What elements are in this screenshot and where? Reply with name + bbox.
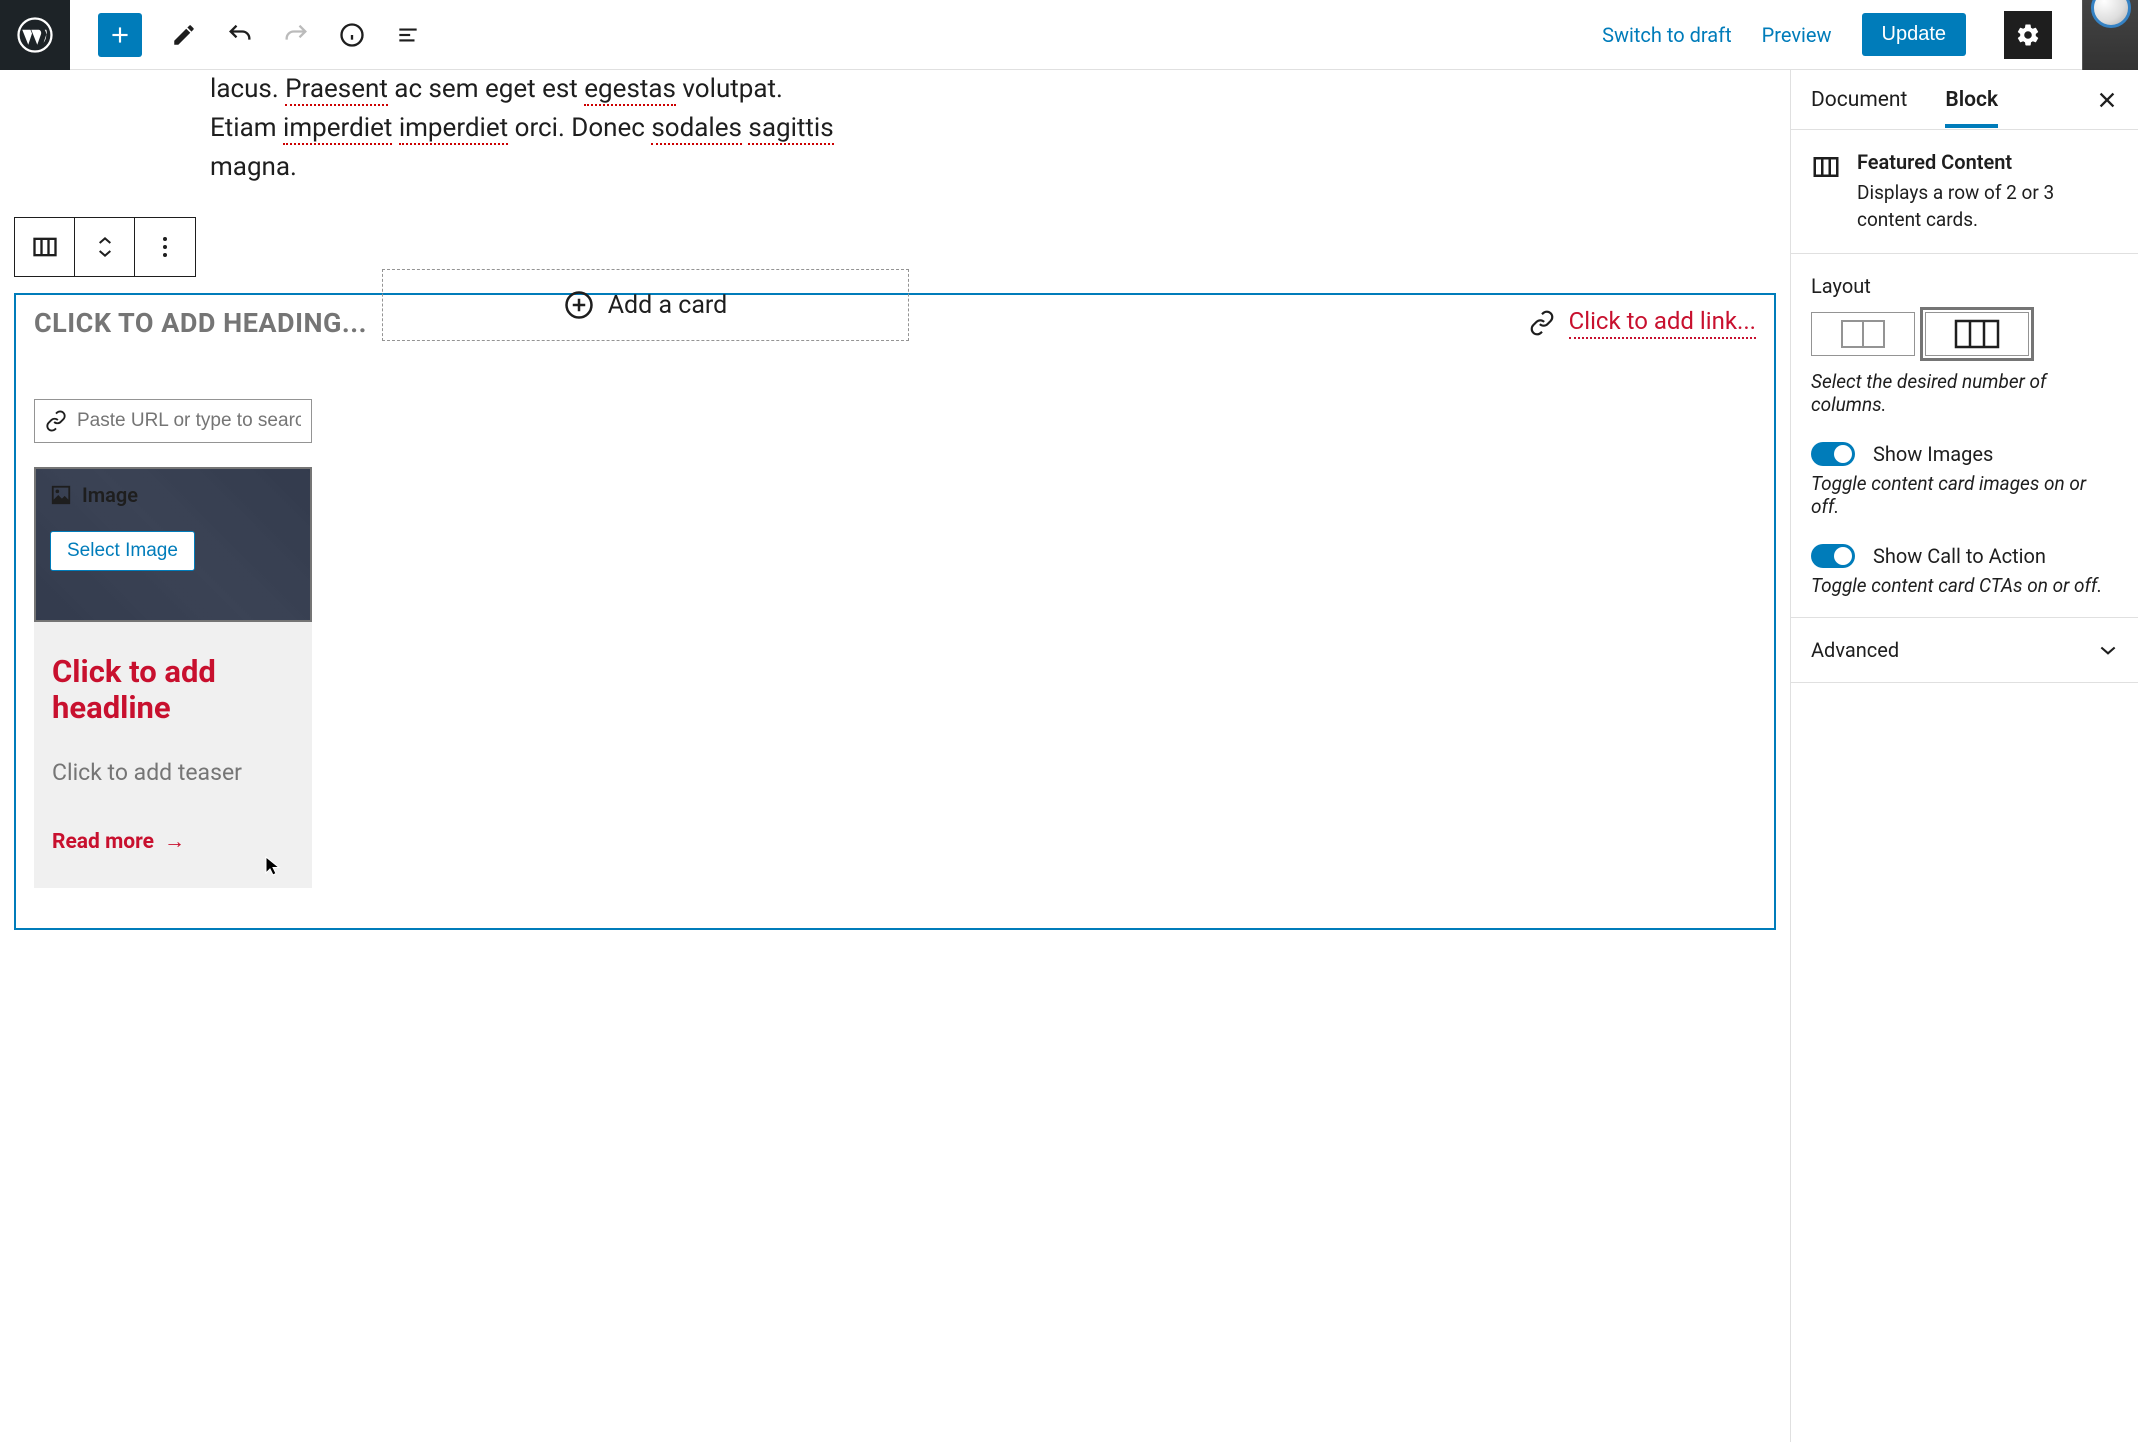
- update-button[interactable]: Update: [1862, 13, 1967, 56]
- featured-content-block[interactable]: CLICK TO ADD HEADING... Click to add lin…: [14, 293, 1776, 930]
- url-input[interactable]: [77, 410, 301, 432]
- edit-icon[interactable]: [170, 21, 198, 49]
- redo-icon: [282, 21, 310, 49]
- preview-link[interactable]: Preview: [1762, 23, 1832, 47]
- show-images-help: Toggle content card images on or off.: [1811, 472, 2118, 518]
- link-icon: [45, 410, 67, 432]
- layout-2-columns[interactable]: [1811, 312, 1915, 356]
- image-placeholder[interactable]: Image Select Image: [34, 467, 312, 622]
- show-cta-help: Toggle content card CTAs on or off.: [1811, 574, 2118, 597]
- editor-canvas: lacus. Praesent ac sem eget est egestas …: [0, 70, 1790, 1442]
- cursor-icon: [264, 855, 282, 877]
- image-icon: [50, 484, 72, 506]
- show-images-label: Show Images: [1873, 442, 1993, 466]
- card-cta[interactable]: Read more →: [52, 830, 294, 854]
- block-name: Featured Content: [1857, 150, 2118, 174]
- close-sidebar-button[interactable]: [2096, 89, 2118, 111]
- plus-circle-icon: [564, 290, 594, 320]
- info-icon[interactable]: [338, 21, 366, 49]
- arrow-right-icon: →: [164, 830, 185, 854]
- block-options-button[interactable]: [135, 218, 195, 276]
- add-card-button[interactable]: Add a card: [382, 269, 909, 341]
- block-toolbar: [14, 217, 196, 277]
- block-description: Displays a row of 2 or 3 content cards.: [1857, 180, 2118, 233]
- outline-icon[interactable]: [394, 21, 422, 49]
- show-images-toggle[interactable]: [1811, 442, 1855, 466]
- block-mover[interactable]: [75, 218, 135, 276]
- url-input-wrapper[interactable]: [34, 399, 312, 443]
- user-avatar[interactable]: [2082, 0, 2138, 70]
- layout-3-columns[interactable]: [1925, 312, 2029, 356]
- tab-block[interactable]: Block: [1945, 72, 1998, 128]
- card-teaser-placeholder[interactable]: Click to add teaser: [52, 759, 294, 786]
- settings-sidebar: Document Block Featured Content Displays…: [1790, 70, 2138, 1442]
- switch-to-draft-link[interactable]: Switch to draft: [1602, 23, 1732, 47]
- undo-icon[interactable]: [226, 21, 254, 49]
- select-image-button[interactable]: Select Image: [50, 531, 195, 571]
- link-icon: [1529, 310, 1555, 336]
- image-label: Image: [82, 483, 138, 507]
- chevron-down-icon: [2098, 644, 2118, 656]
- add-block-button[interactable]: [98, 13, 142, 57]
- layout-help: Select the desired number of columns.: [1811, 370, 2118, 416]
- content-card: Image Select Image Click to add headline…: [34, 399, 312, 888]
- layout-label: Layout: [1811, 274, 2118, 298]
- show-cta-toggle[interactable]: [1811, 544, 1855, 568]
- columns-icon: [1811, 152, 1841, 233]
- show-cta-label: Show Call to Action: [1873, 544, 2046, 568]
- block-link-placeholder[interactable]: Click to add link...: [1569, 307, 1756, 339]
- block-type-button[interactable]: [15, 218, 75, 276]
- settings-button[interactable]: [2004, 11, 2052, 59]
- wordpress-logo[interactable]: [0, 0, 70, 70]
- card-headline-placeholder[interactable]: Click to add headline: [52, 654, 294, 725]
- block-heading-placeholder[interactable]: CLICK TO ADD HEADING...: [34, 307, 367, 339]
- paragraph-block[interactable]: lacus. Praesent ac sem eget est egestas …: [210, 70, 970, 187]
- advanced-panel[interactable]: Advanced: [1811, 638, 2118, 662]
- editor-topbar: Switch to draft Preview Update: [0, 0, 2138, 70]
- tab-document[interactable]: Document: [1811, 72, 1907, 128]
